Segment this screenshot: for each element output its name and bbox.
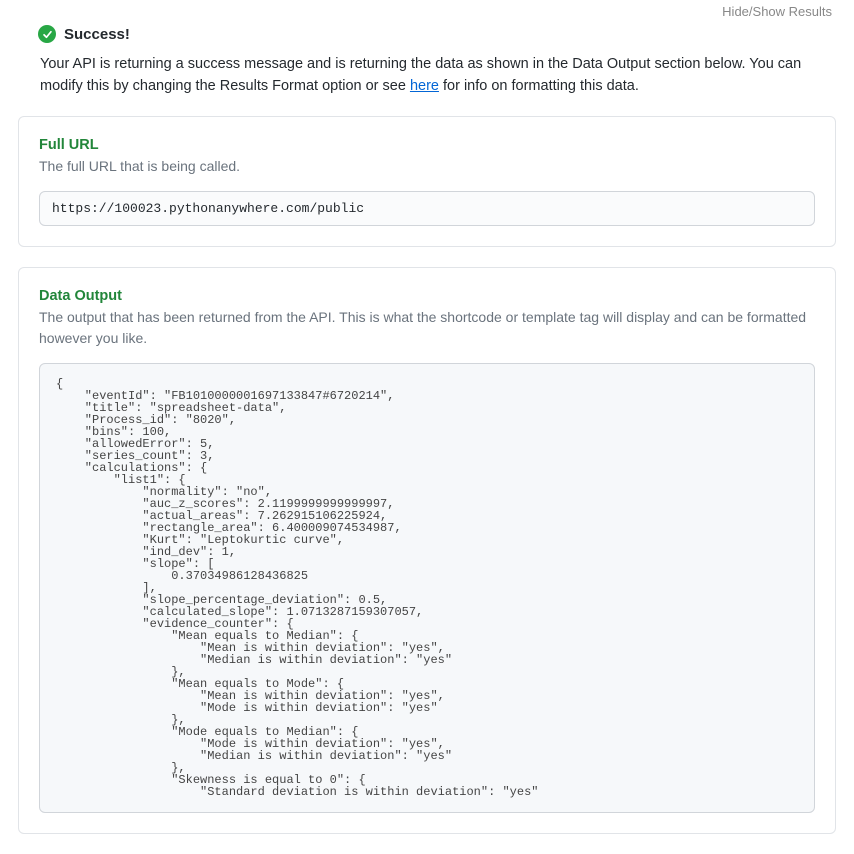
success-message: Your API is returning a success message … [40,53,816,98]
success-here-link[interactable]: here [410,78,439,94]
data-output-card: Data Output The output that has been ret… [18,267,836,834]
data-output-title: Data Output [39,288,815,304]
full-url-value[interactable]: https://100023.pythonanywhere.com/public [39,191,815,226]
success-msg-after: for info on formatting this data. [439,78,639,94]
success-banner: Success! [38,25,836,43]
data-output-desc: The output that has been returned from t… [39,307,815,349]
success-check-icon [38,25,56,43]
success-title: Success! [64,26,130,43]
full-url-title: Full URL [39,137,815,153]
data-output-body[interactable]: { "eventId": "FB1010000001697133847#6720… [39,363,815,813]
full-url-desc: The full URL that is being called. [39,156,815,177]
hide-show-results-link[interactable]: Hide/Show Results [0,0,854,19]
full-url-card: Full URL The full URL that is being call… [18,116,836,247]
